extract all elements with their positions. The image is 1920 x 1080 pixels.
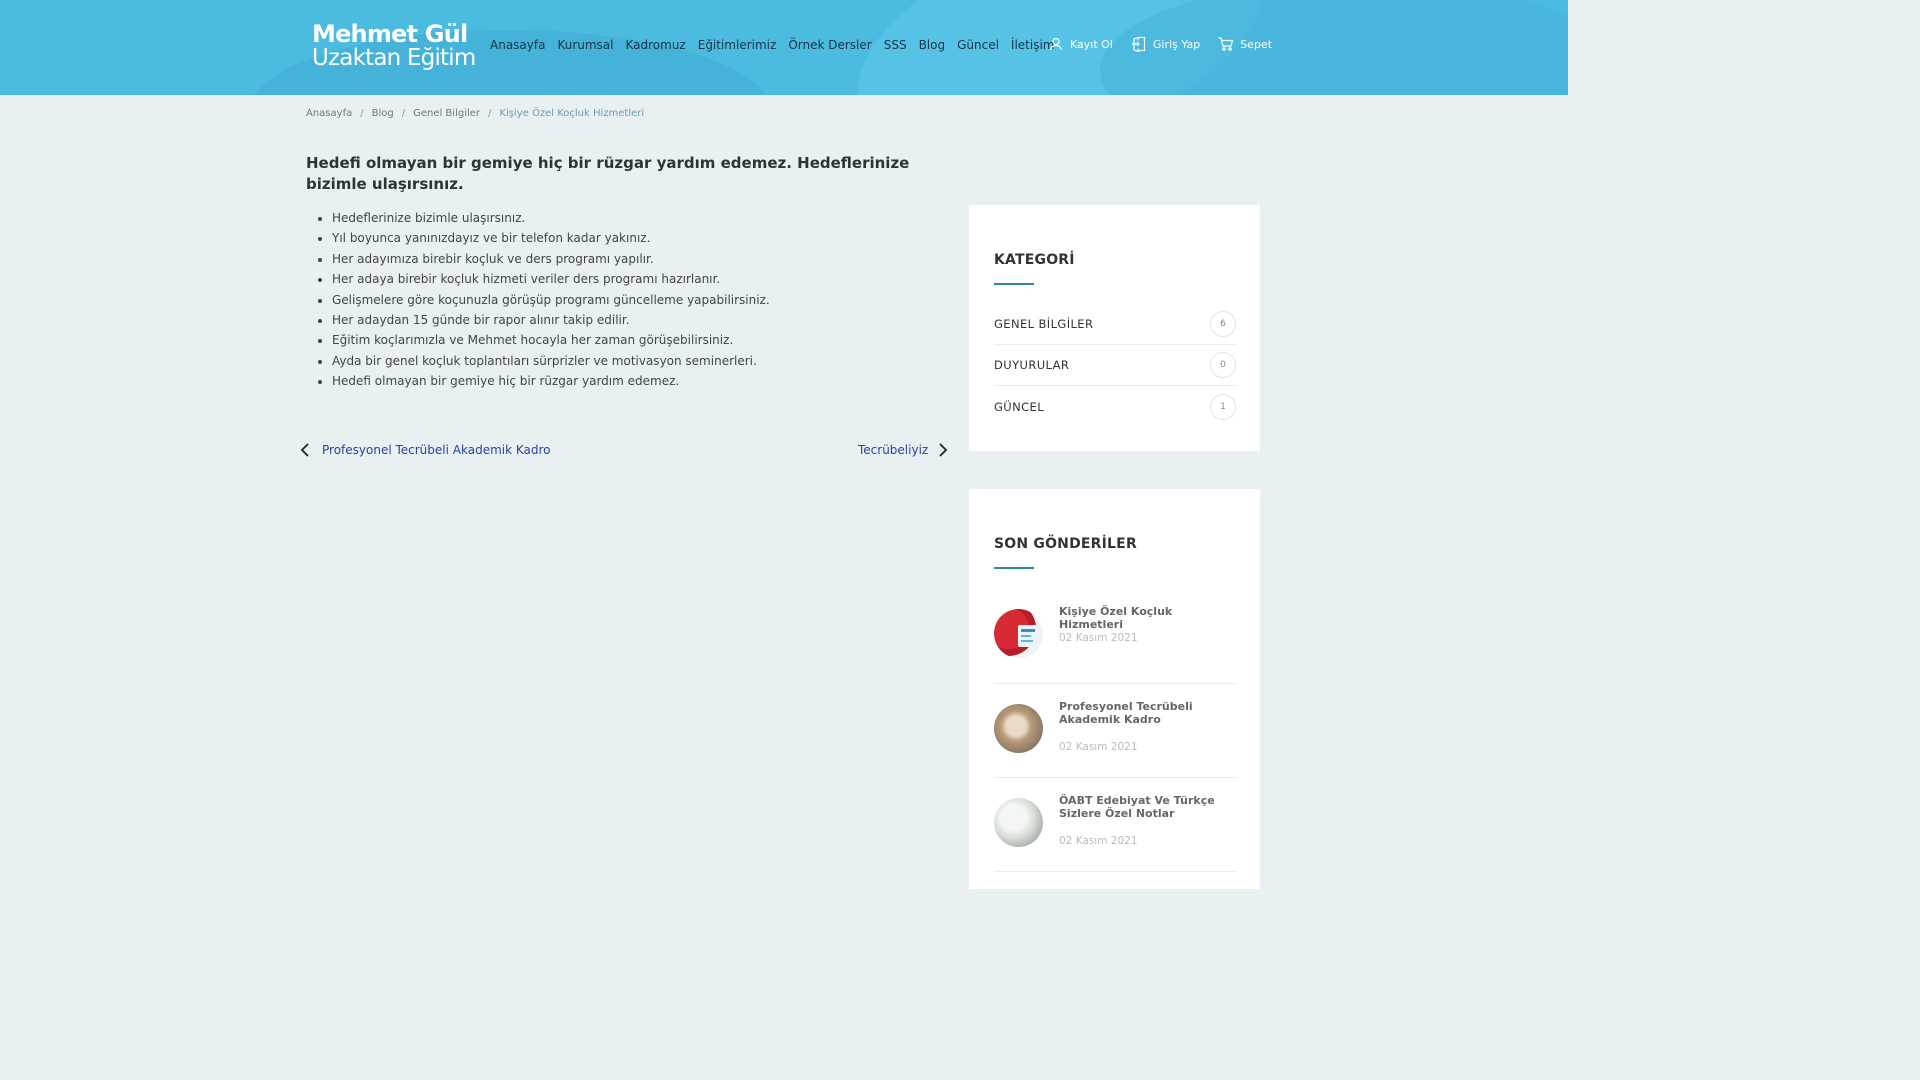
recent-post-date: 02 Kasım 2021 (1059, 741, 1138, 753)
post-thumbnail (994, 704, 1043, 753)
category-name: GENEL BİLGİLER (994, 317, 1094, 331)
logo-line2: Uzaktan Eğitim (312, 45, 476, 71)
recent-posts-title: SON GÖNDERİLER (994, 536, 1137, 552)
list-item: Hedefi olmayan bir gemiye hiç bir rüzgar… (332, 373, 770, 393)
next-post-title: Tecrübeliyiz (858, 443, 929, 457)
breadcrumb-category[interactable]: Genel Bilgiler (413, 108, 480, 119)
breadcrumb-separator: / (360, 108, 364, 119)
previous-post-link[interactable]: Profesyonel Tecrübeli Akademik Kadro (300, 443, 551, 457)
post-thumbnail (994, 798, 1043, 847)
list-item: Hedeflerinize bizimle ulaşırsınız. (332, 210, 770, 230)
register-label: Kayıt Ol (1070, 37, 1113, 51)
next-post-link[interactable]: Tecrübeliyiz (858, 443, 948, 457)
nav-ornek-dersler[interactable]: Örnek Dersler (788, 38, 871, 52)
title-underline (994, 283, 1034, 285)
category-widget-title: KATEGORİ (994, 252, 1075, 268)
list-item: Her adaya birebir koçluk hizmeti veriler… (332, 271, 770, 291)
site-header: Mehmet Gül Uzaktan Eğitim Anasayfa Kurum… (0, 0, 1568, 95)
login-link[interactable]: Giriş Yap (1131, 36, 1200, 52)
list-item: Gelişmelere göre koçunuzla görüşüp progr… (332, 292, 770, 312)
breadcrumb-separator: / (488, 108, 492, 119)
article-title: Hedefi olmayan bir gemiye hiç bir rüzgar… (306, 154, 910, 193)
main-nav: Anasayfa Kurumsal Kadromuz Eğitimlerimiz… (490, 38, 1055, 52)
nav-kurumsal[interactable]: Kurumsal (557, 38, 613, 52)
breadcrumb-home[interactable]: Anasayfa (306, 108, 352, 119)
article-bullet-list: Hedeflerinize bizimle ulaşırsınız. Yıl b… (332, 210, 770, 394)
chevron-right-icon (939, 443, 948, 457)
category-item[interactable]: GENEL BİLGİLER 6 (994, 304, 1236, 345)
category-count-badge: 1 (1210, 393, 1236, 420)
list-item: Ayda bir genel koçluk toplantıları sürpr… (332, 353, 770, 373)
breadcrumb-separator: / (401, 108, 406, 119)
breadcrumb-current: Kişiye Özel Koçluk Hizmetleri (499, 108, 645, 119)
logo-line1: Mehmet Gül (312, 20, 468, 48)
login-icon (1131, 36, 1145, 52)
category-name: GÜNCEL (994, 399, 1045, 414)
breadcrumb: Anasayfa / Blog / Genel Bilgiler / Kişiy… (306, 108, 644, 119)
register-link[interactable]: Kayıt Ol (1048, 36, 1113, 52)
previous-post-title: Profesyonel Tecrübeli Akademik Kadro (322, 443, 551, 457)
list-item: Her adayımıza birebir koçluk ve ders pro… (332, 251, 770, 271)
title-underline (994, 567, 1034, 569)
recent-post-item[interactable]: ÖABT Edebiyat Ve Türkçe Sizlere Özel Not… (994, 778, 1236, 872)
recent-post-title[interactable]: ÖABT Edebiyat Ve Türkçe Sizlere Özel Not… (1059, 794, 1234, 820)
category-widget: KATEGORİ GENEL BİLGİLER 6 DUYURULAR 0 GÜ… (969, 205, 1260, 451)
category-count-badge: 0 (1210, 352, 1236, 378)
site-logo[interactable]: Mehmet Gül Uzaktan Eğitim (312, 20, 476, 71)
breadcrumb-blog[interactable]: Blog (372, 108, 394, 119)
post-thumbnail-art (1018, 625, 1038, 647)
user-actions: Kayıt Ol Giriş Yap Sepet (1048, 36, 1272, 52)
recent-post-date: 02 Kasım 2021 (1059, 632, 1138, 644)
category-item[interactable]: DUYURULAR 0 (994, 345, 1236, 386)
cart-label: Sepet (1240, 37, 1273, 51)
recent-post-title[interactable]: Kişiye Özel Koçluk Hizmetleri (1059, 605, 1234, 631)
user-icon (1049, 37, 1063, 51)
recent-post-title[interactable]: Profesyonel Tecrübeli Akademik Kadro (1059, 700, 1234, 726)
nav-anasayfa[interactable]: Anasayfa (490, 38, 545, 52)
list-item: Her adaydan 15 günde bir rapor alınır ta… (332, 312, 770, 332)
category-item[interactable]: GÜNCEL 1 (994, 386, 1236, 427)
nav-guncel[interactable]: Güncel (957, 38, 999, 52)
login-label: Giriş Yap (1152, 37, 1201, 51)
nav-blog[interactable]: Blog (919, 38, 946, 52)
recent-post-item[interactable]: Profesyonel Tecrübeli Akademik Kadro 02 … (994, 684, 1236, 778)
list-item: Eğitim koçlarımızla ve Mehmet hocayla he… (332, 332, 770, 352)
nav-kadromuz[interactable]: Kadromuz (626, 38, 686, 52)
category-name: DUYURULAR (994, 358, 1070, 372)
recent-post-date: 02 Kasım 2021 (1059, 835, 1138, 847)
cart-icon (1218, 37, 1234, 51)
nav-egitimlerimiz[interactable]: Eğitimlerimiz (698, 38, 777, 52)
category-count-badge: 6 (1210, 311, 1236, 337)
chevron-left-icon (300, 443, 309, 457)
cart-link[interactable]: Sepet (1218, 36, 1272, 52)
recent-posts-widget: SON GÖNDERİLER Kişiye Özel Koçluk Hizmet… (969, 489, 1260, 889)
list-item: Yıl boyunca yanınızdayız ve bir telefon … (332, 230, 770, 250)
nav-sss[interactable]: SSS (884, 38, 907, 52)
recent-post-item[interactable]: Kişiye Özel Koçluk Hizmetleri 02 Kasım 2… (994, 599, 1236, 684)
post-thumbnail (994, 609, 1043, 658)
